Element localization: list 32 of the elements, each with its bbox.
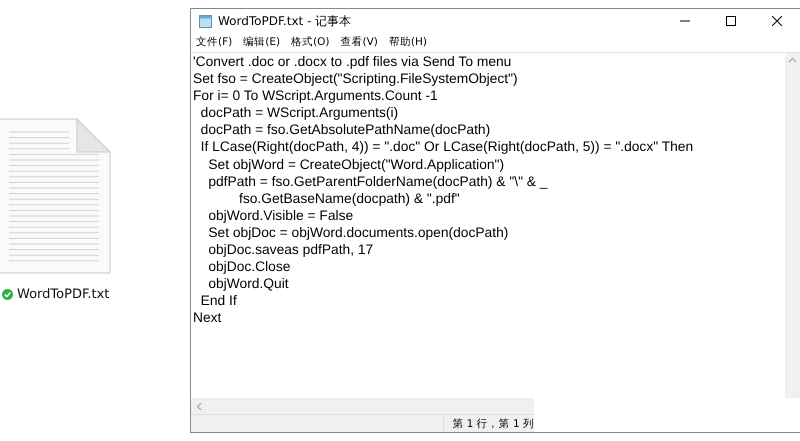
notepad-icon: [198, 14, 213, 28]
cursor-position: 第 1 行，第 1 列: [443, 416, 534, 432]
vertical-scrollbar[interactable]: [785, 53, 800, 398]
code-line: docPath = fso.GetAbsolutePathName(docPath): [200, 121, 492, 138]
code-line: For i= 0 To WScript.Arguments.Count -1: [193, 87, 439, 104]
code-line: Next: [193, 309, 222, 326]
code-line: objDoc.saveas pdfPath, 17: [207, 241, 374, 258]
code-line: objWord.Quit: [207, 275, 290, 292]
scroll-up-icon[interactable]: [788, 57, 797, 63]
code-line: pdfPath = fso.GetParentFolderName(docPath) & "\" & _: [207, 172, 549, 190]
file-name: WordToPDF.txt: [17, 287, 110, 302]
code-line: objDoc.Close: [207, 258, 292, 276]
code-line: Set objWord = CreateObject("Word.Application"): [207, 156, 506, 173]
text-file-icon[interactable]: [0, 118, 111, 274]
code-line: If LCase(Right(docPath, 4)) = ".doc" Or LCase(Right(docPath, 5)) = ".docx" Then: [200, 138, 694, 156]
code-line: objWord.Visible = False: [207, 206, 354, 224]
code-line: fso.GetBaseName(docpath) & ".pdf": [238, 190, 461, 207]
code-line: End If: [200, 292, 238, 310]
menu-item[interactable]: 编辑(E): [243, 35, 280, 49]
scroll-left-icon[interactable]: [196, 402, 202, 410]
menu-item[interactable]: 帮助(H): [388, 35, 428, 49]
menu-item[interactable]: 查看(V): [340, 35, 378, 49]
horizontal-scrollbar[interactable]: [191, 398, 534, 415]
menu-item[interactable]: 格式(O): [291, 35, 330, 49]
code-line: 'Convert .doc or .docx to .pdf files via Send To menu: [193, 53, 512, 70]
window-title: WordToPDF.txt - 记事本: [218, 12, 352, 30]
menu-item[interactable]: 文件(F): [196, 35, 232, 49]
code-line: Set objDoc = objWord.documents.open(docPath): [207, 224, 510, 242]
code-line: docPath = WScript.Arguments(i): [200, 104, 400, 122]
code-line: Set fso = CreateObject("Scripting.FileSystemObject"): [193, 70, 519, 88]
close-icon: [772, 16, 782, 26]
maximize-icon: [726, 16, 736, 26]
